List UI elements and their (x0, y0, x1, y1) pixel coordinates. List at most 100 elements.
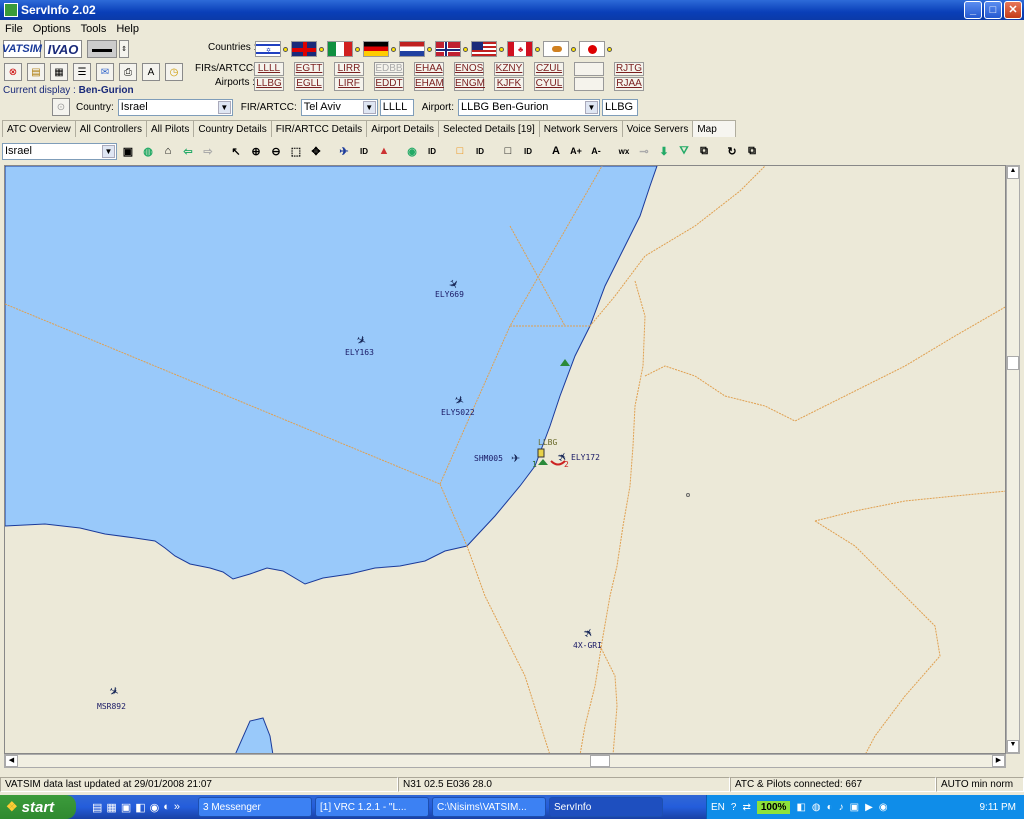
maximize-button[interactable]: □ (984, 1, 1002, 19)
list-icon[interactable]: ☰ (73, 63, 91, 81)
fir-select[interactable]: Tel Aviv ▼ (300, 98, 378, 116)
tray-icon[interactable]: ◧ (796, 802, 805, 813)
airport-code[interactable]: LIRF (334, 77, 364, 91)
notes-icon[interactable]: ▤ (27, 63, 45, 81)
flag-usa-icon[interactable] (471, 41, 497, 57)
select-pointer-icon[interactable]: ↖ (227, 142, 245, 160)
airport-code[interactable]: ENGM (454, 77, 485, 91)
tab-country-details[interactable]: Country Details (193, 120, 272, 137)
flag-germany-icon[interactable] (363, 41, 389, 57)
ivao-logo-button[interactable]: IVAO (44, 40, 82, 58)
printer-icon[interactable]: ⎙ (119, 63, 137, 81)
fir-code[interactable]: EGTT (294, 62, 324, 76)
chat-icon[interactable]: ✉ (96, 63, 114, 81)
flag-israel-icon[interactable]: ✡ (255, 41, 281, 57)
airport-toggle-icon[interactable]: ▲ (375, 142, 393, 160)
tab-airport-details[interactable]: Airport Details (366, 120, 439, 137)
zoom-indicator[interactable]: 100% (756, 800, 791, 814)
tray-icon[interactable]: ◍ (812, 802, 821, 813)
grid-icon[interactable]: ▦ (50, 63, 68, 81)
flag-norway-icon[interactable] (435, 41, 461, 57)
atc-id-toggle[interactable]: ID (423, 142, 441, 160)
tray-icon[interactable]: ▣ (850, 802, 859, 813)
doc-icon[interactable]: ▤ (92, 801, 102, 814)
tab-map[interactable]: Map (692, 120, 736, 137)
help-icon[interactable]: ? (731, 802, 737, 813)
airport-code[interactable]: KJFK (494, 77, 524, 91)
minimize-button[interactable]: _ (964, 1, 982, 19)
fir-code[interactable]: KZNY (494, 62, 524, 76)
download-icon[interactable]: ⬇ (655, 142, 673, 160)
scroll-right-icon[interactable]: ▶ (992, 755, 1005, 767)
copy-icon[interactable]: ⧉ (743, 142, 761, 160)
flag-canada-icon[interactable]: ♣ (507, 41, 533, 57)
scroll-up-icon[interactable]: ▲ (1007, 166, 1019, 179)
aircraft-callsign[interactable]: ELY669 (435, 290, 464, 299)
fir-code[interactable] (574, 62, 604, 76)
vatsim-logo-button[interactable]: VATSIM (2, 40, 42, 58)
tray-icon[interactable]: ◐ (827, 802, 833, 813)
tray-icon[interactable]: ▶ (865, 802, 873, 813)
font-larger-button[interactable]: A+ (567, 142, 585, 160)
zoom-search-icon[interactable]: ⊙ (52, 98, 70, 116)
disconnect-icon[interactable]: ⊗ (4, 63, 22, 81)
fir-box-icon[interactable]: □ (451, 142, 469, 160)
hscroll-thumb[interactable] (590, 755, 610, 767)
flag-uk-icon[interactable] (291, 41, 317, 57)
aircraft-icon[interactable]: ✈ (511, 453, 520, 465)
books-icon[interactable]: ▬▬ (87, 40, 117, 58)
font-button[interactable]: A (547, 142, 565, 160)
menu-help[interactable]: Help (111, 23, 144, 35)
fir-code-field[interactable]: LLLL (379, 98, 414, 116)
airport-code[interactable]: EHAM (414, 77, 444, 91)
fir-code[interactable]: ENOS (454, 62, 484, 76)
aircraft-toggle-icon[interactable]: ✈ (335, 142, 353, 160)
airport-code[interactable]: CYUL (534, 77, 564, 91)
menu-options[interactable]: Options (28, 23, 76, 35)
task-explorer[interactable]: C:\Nisims\VATSIM... (432, 797, 547, 817)
tray-icon[interactable]: ◉ (879, 802, 888, 813)
task-vrc[interactable]: [1] VRC 1.2.1 - "L... (315, 797, 430, 817)
fir-id-toggle[interactable]: ID (471, 142, 489, 160)
airport-code[interactable] (574, 77, 604, 91)
link-icon[interactable]: ⊸ (635, 142, 653, 160)
close-button[interactable]: ✕ (1004, 1, 1022, 19)
more-icon[interactable]: » (174, 801, 180, 814)
zoom-out-icon[interactable]: ⊖ (267, 142, 285, 160)
layers-icon[interactable]: ⧉ (695, 142, 713, 160)
airport-select[interactable]: LLBG Ben-Gurion ▼ (457, 98, 600, 116)
zoom-box-icon[interactable]: ⬚ (287, 142, 305, 160)
media-icon[interactable]: ◐ (163, 801, 170, 814)
tab-fir-details[interactable]: FIR/ARTCC Details (270, 120, 368, 137)
tab-voice-servers[interactable]: Voice Servers (621, 120, 694, 137)
map-canvas[interactable]: LLBG 1 2 ✈ ELY669 ✈ ELY163 ✈ ELY5022 SHM… (5, 166, 1006, 754)
excel-icon[interactable]: ▦ (106, 801, 116, 814)
atc-circle-icon[interactable]: ◉ (403, 142, 421, 160)
flag-japan-icon[interactable] (579, 41, 605, 57)
map-settings-icon[interactable]: ▣ (119, 142, 137, 160)
clock-icon[interactable]: ◷ (165, 63, 183, 81)
scroll-down-icon[interactable]: ▼ (1007, 740, 1019, 753)
box-icon[interactable]: □ (499, 142, 517, 160)
aircraft-callsign[interactable]: ELY172 (571, 453, 600, 462)
flag-italy-icon[interactable] (327, 41, 353, 57)
zoom-in-icon[interactable]: ⊕ (247, 142, 265, 160)
home-icon[interactable]: ⌂ (159, 142, 177, 160)
tab-network-servers[interactable]: Network Servers (538, 120, 623, 137)
network-icon[interactable]: ⇄ (742, 802, 750, 813)
country-select[interactable]: Israel ▼ (117, 98, 233, 116)
tab-all-pilots[interactable]: All Pilots (145, 120, 195, 137)
menu-tools[interactable]: Tools (76, 23, 112, 35)
scroll-thumb[interactable] (1007, 356, 1019, 370)
menu-file[interactable]: File (0, 23, 28, 35)
box-id-toggle[interactable]: ID (519, 142, 537, 160)
map-region-select[interactable]: Israel ▼ (2, 142, 117, 160)
tab-selected-details[interactable]: Selected Details [19] (438, 120, 540, 137)
vertical-scrollbar[interactable]: ▲ ▼ (1006, 165, 1020, 754)
filter-icon[interactable]: ⛛ (675, 142, 693, 160)
aircraft-callsign[interactable]: SHM005 (474, 454, 503, 463)
airport-code-field[interactable]: LLBG (601, 98, 638, 116)
fir-code[interactable]: LLLL (254, 62, 284, 76)
access-icon[interactable]: ▣ (121, 801, 131, 814)
horizontal-scrollbar[interactable]: ◀ ▶ (4, 754, 1006, 768)
